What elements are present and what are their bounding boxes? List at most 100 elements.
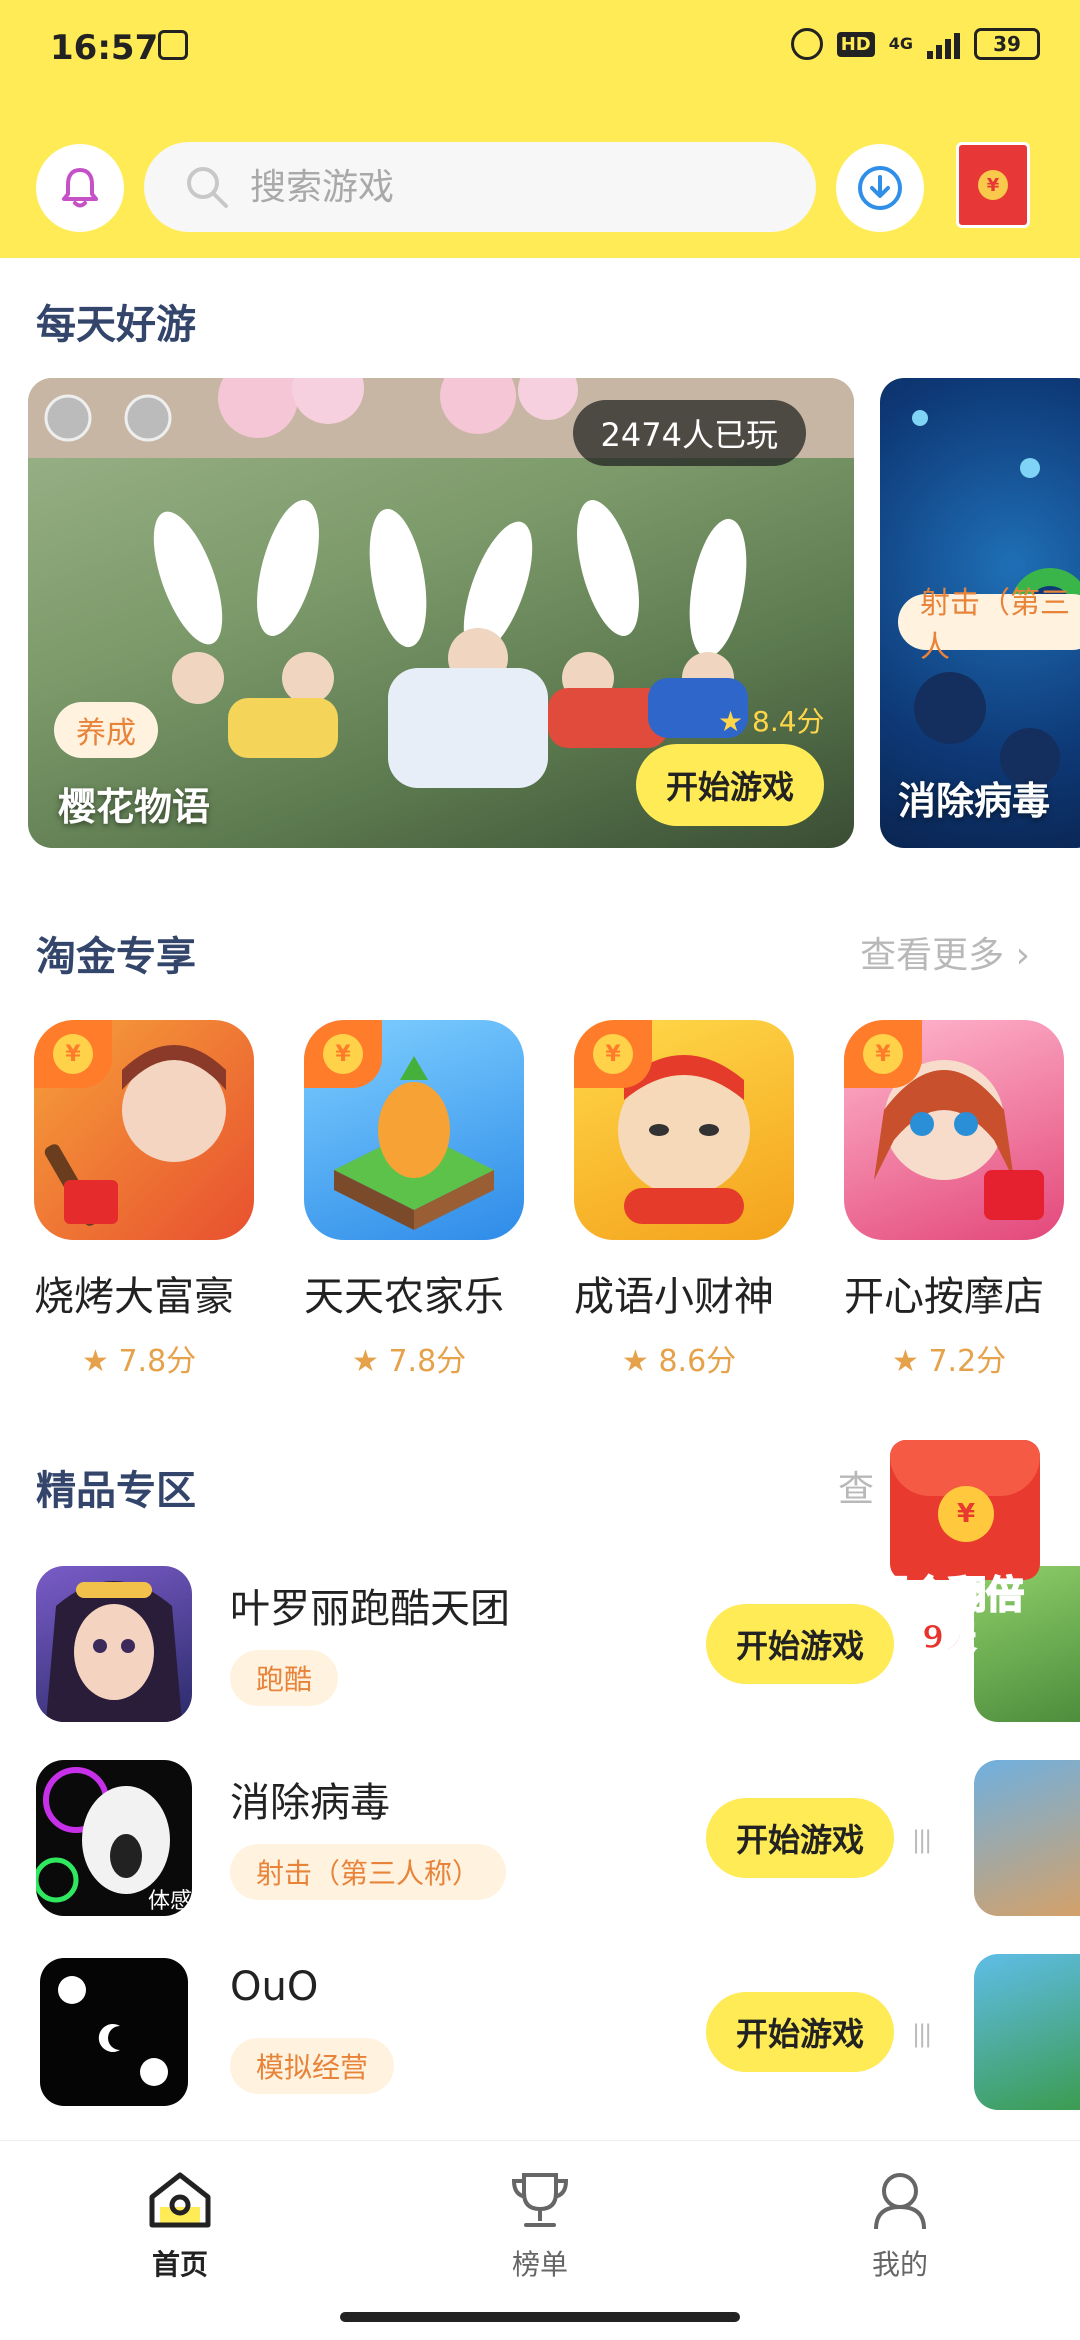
game-name: 天天农家乐 [304,1274,504,1320]
star-icon: ★ [622,1344,649,1379]
genre-tag: 跑酷 [230,1650,339,1706]
game-icon [36,1954,192,2110]
game-name: 樱花物语 [58,785,211,829]
start-game-button[interactable]: 开始游戏 [636,744,824,826]
rating: ★ 8.6分 [574,1336,804,1380]
status-icons: HD 4G 39 [790,28,1040,60]
parkour-game-art [46,1581,182,1722]
side-thumbnail[interactable] [974,1954,1080,2110]
start-game-button[interactable]: 开始游戏 [706,1992,894,2072]
genre-tag: 养成 [54,702,158,758]
game-name: 叶罗丽跑酷天团 [230,1586,510,1632]
list-item[interactable]: 体感 消除病毒 射击（第三人称） 开始游戏 ||| [36,1760,996,1916]
rating: ★ 7.8分 [304,1336,534,1380]
played-count: 2474人已玩 [572,400,806,466]
user-icon [874,2173,926,2230]
red-envelope-icon: ¥ [978,170,1008,200]
dice-game-art [40,1958,188,2106]
game-icon [36,1566,192,1722]
game-icon: ¥ [34,1020,254,1240]
featured-card-1[interactable]: 2474人已玩 养成 樱花物语 ★ 8.4分 开始游戏 [28,378,854,848]
taojin-item[interactable]: ¥ 烧烤大富豪 ★ 7.8分 [34,1020,264,1380]
game-name: 开心按摩店 [844,1274,1044,1320]
game-name: 烧烤大富豪 [34,1274,234,1320]
nav-label: 榜单 [511,2248,568,2281]
genre-tag: 模拟经营 [230,2038,395,2094]
rating-value: 7.8分 [388,1344,467,1379]
nav-label: 首页 [151,2248,208,2281]
star-icon: ★ [718,705,744,738]
promo-title: 现金翻倍 [871,1572,1025,1618]
nav-label: 我的 [871,2248,928,2281]
drag-handle-icon[interactable]: ||| [912,1826,932,1854]
home-indicator[interactable] [340,2312,740,2322]
coin-badge: ¥ [304,1020,382,1088]
download-icon [858,166,902,210]
search-input[interactable] [250,166,730,208]
download-button[interactable] [836,144,924,232]
list-item[interactable]: 叶罗丽跑酷天团 跑酷 开始游戏 [36,1566,996,1722]
genre-tag: 射击（第三人称） [230,1844,507,1900]
drag-handle-icon[interactable]: ||| [912,2020,932,2048]
battery-level: 39 [993,32,1021,56]
search-icon [187,167,228,208]
rating: ★ 7.8分 [34,1336,264,1380]
taojin-item[interactable]: ¥ 成语小财神 ★ 8.6分 [574,1020,804,1380]
battery-icon: 39 [974,28,1040,60]
promo-days: 9天 [921,1617,977,1657]
game-name: 成语小财神 [574,1274,774,1320]
signal-icon [927,29,960,59]
nav-ranking[interactable]: 榜单 [460,2167,620,2283]
bottom-navigation: 首页 榜单 我的 [0,2140,1080,2340]
red-envelope-button[interactable]: ¥ [956,142,1030,228]
game-icon: ¥ [844,1020,1064,1240]
notification-button[interactable] [36,144,124,232]
header: 16:57 HD 4G 39 ¥ [0,0,1080,258]
star-icon: ★ [352,1344,379,1379]
coin-badge: ¥ [844,1020,922,1088]
trophy-icon [511,2173,569,2227]
daily-section-title: 每天好游 [36,302,196,348]
chevron-right-icon: › [1015,935,1030,976]
see-more-link[interactable]: 查看更多 › [860,926,1030,978]
network-type: 4G [888,34,913,53]
featured-card-2[interactable]: 射击（第三人 消除病毒 [880,378,1080,848]
list-item[interactable]: OuO 模拟经营 开始游戏 ||| [36,1954,996,2110]
game-icon: 体感 [36,1760,192,1916]
alarm-icon [790,28,823,60]
rating: ★ 7.2分 [844,1336,1074,1380]
virus-game-art: 体感 [36,1767,192,1914]
coin-badge: ¥ [34,1020,112,1088]
cash-double-promo[interactable]: ¥ 现金翻倍 9天 [860,1440,1060,1657]
svg-text:体感: 体感 [148,1889,192,1914]
rating-value: 7.2分 [928,1344,1007,1379]
star-icon: ★ [82,1344,109,1379]
start-game-button[interactable]: 开始游戏 [706,1798,894,1878]
home-icon [149,2172,211,2228]
see-more-label: 查看更多 [860,935,1005,976]
coin-icon: ¥ [938,1486,994,1542]
game-name: 消除病毒 [230,1780,390,1826]
taojin-section-title: 淘金专享 [36,934,196,980]
coin-badge: ¥ [574,1020,652,1088]
rating-value: 7.8分 [118,1344,197,1379]
game-icon: ¥ [574,1020,794,1240]
rating: ★ 8.4分 [718,700,825,740]
rating-value: 8.6分 [658,1344,737,1379]
search-bar[interactable] [144,142,816,232]
hd-badge: HD [836,31,875,57]
rating-value: 8.4分 [752,705,825,738]
bell-icon [62,168,98,208]
sim-icon [158,30,188,60]
game-name: 消除病毒 [898,779,1051,823]
taojin-item[interactable]: ¥ 开心按摩店 ★ 7.2分 [844,1020,1074,1380]
genre-tag: 射击（第三人 [898,586,1080,665]
game-name: OuO [230,1964,319,2010]
nav-profile[interactable]: 我的 [820,2167,980,2283]
nav-home[interactable]: 首页 [100,2167,260,2283]
side-thumbnail[interactable] [974,1760,1080,1916]
taojin-item[interactable]: ¥ 天天农家乐 ★ 7.8分 [304,1020,534,1380]
status-bar: 16:57 HD 4G 39 [50,28,1040,72]
star-icon: ★ [892,1344,919,1379]
game-icon: ¥ [304,1020,524,1240]
